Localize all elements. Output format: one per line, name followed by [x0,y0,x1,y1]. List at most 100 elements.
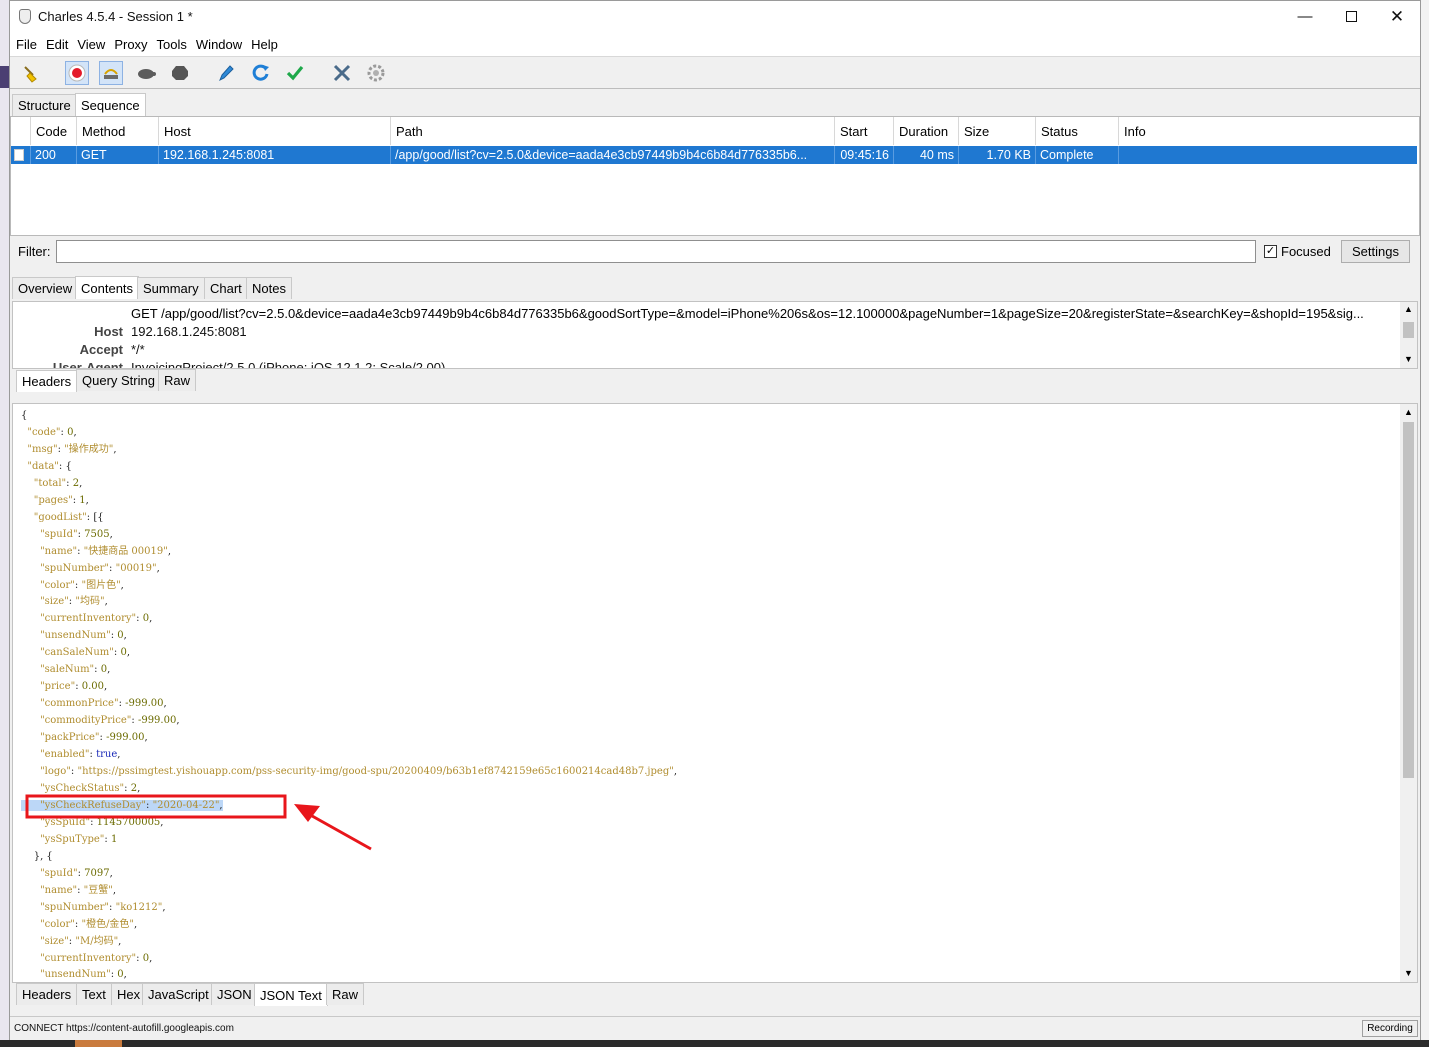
json-line: "ysCheckStatus": 2, [40,782,141,794]
settings-gear-button[interactable] [364,61,388,85]
scroll-thumb[interactable] [1403,422,1414,778]
menu-edit[interactable]: Edit [46,37,68,52]
menu-tools[interactable]: Tools [157,37,187,52]
column-path[interactable]: Path [391,117,835,145]
throttle-button[interactable] [99,61,123,85]
scroll-up-icon[interactable]: ▲ [1404,407,1413,417]
header-host: Host 192.168.1.245:8081 [13,324,1413,342]
toolbar [10,56,1420,89]
menu-proxy[interactable]: Proxy [114,37,147,52]
json-line: "logo": "https://pssimgtest.yishouapp.co… [40,766,678,778]
recording-indicator[interactable]: Recording [1362,1020,1418,1037]
tab-javascript[interactable]: JavaScript [142,983,215,1005]
header-user-agent: User-Agent InvoicingProject/2.5.0 (iPhon… [13,360,1413,368]
compose-button[interactable] [214,61,238,85]
clear-session-button[interactable] [19,61,43,85]
json-line: "unsendNum": 0, [40,969,127,981]
tab-response-headers[interactable]: Headers [16,983,78,1005]
menu-view[interactable]: View [77,37,105,52]
tab-chart[interactable]: Chart [204,277,248,299]
tools-button[interactable] [330,61,354,85]
breakpoints-button[interactable] [134,61,158,85]
record-button[interactable] [65,61,89,85]
menu-help[interactable]: Help [251,37,278,52]
json-line: "currentInventory": 0, [40,952,153,964]
minimize-button[interactable]: — [1282,1,1328,32]
tab-text[interactable]: Text [76,983,112,1005]
taskbar-edge [0,1040,1429,1047]
refresh-icon [252,64,269,81]
tab-request-headers[interactable]: Headers [16,370,78,392]
menu-bar: File Edit View Proxy Tools Window Help [10,32,1420,56]
filter-settings-button[interactable]: Settings [1341,240,1410,263]
filter-input[interactable] [56,240,1256,263]
json-line: "price": 0.00, [40,681,108,693]
json-line: "spuNumber": "00019", [40,562,160,574]
record-icon [68,64,86,82]
tab-query-string[interactable]: Query String [76,369,161,391]
column-method[interactable]: Method [77,117,159,145]
scroll-down-icon[interactable]: ▼ [1404,354,1413,364]
tab-structure[interactable]: Structure [12,94,77,116]
focused-checkbox[interactable]: ✓ [1264,245,1277,258]
column-duration[interactable]: Duration [894,117,959,145]
focused-label: Focused [1281,244,1331,259]
json-line: "enabled": true, [40,749,121,761]
json-line: "data": { [27,460,72,472]
title-bar[interactable]: Charles 4.5.4 - Session 1 * — ✕ [10,1,1420,32]
request-headers-panel: GET /app/good/list?cv=2.5.0&device=aada4… [12,301,1418,369]
tools-icon [333,64,351,82]
json-line: "saleNum": 0, [40,664,111,676]
column-status[interactable]: Status [1036,117,1119,145]
stop-icon [172,66,188,80]
tab-overview[interactable]: Overview [12,277,79,299]
tab-json[interactable]: JSON [211,983,258,1005]
maximize-button[interactable] [1328,1,1374,32]
cell-method: GET [77,146,159,164]
validate-button[interactable] [283,61,307,85]
menu-file[interactable]: File [16,37,37,52]
column-code[interactable]: Code [31,117,77,145]
filter-label: Filter: [18,244,51,259]
column-size[interactable]: Size [959,117,1036,145]
column-host[interactable]: Host [159,117,391,145]
tab-response-raw[interactable]: Raw [326,983,365,1005]
json-line: "spuId": 7505, [40,528,113,540]
desktop-band [0,66,9,88]
header-value: 192.168.1.245:8081 [131,324,247,339]
json-text[interactable]: { "code": 0, "msg": "操作成功", "data": { "t… [21,408,678,982]
throttle-icon [104,69,118,79]
menu-window[interactable]: Window [196,37,242,52]
response-scrollbar[interactable]: ▲ ▼ [1400,404,1417,982]
stop-button[interactable] [168,61,192,85]
close-button[interactable]: ✕ [1374,1,1420,32]
tab-summary[interactable]: Summary [137,277,205,299]
json-line: "ysSpuId": 1145700005, [40,816,164,828]
tab-request-raw[interactable]: Raw [158,369,197,391]
status-text: CONNECT https://content-autofill.googlea… [14,1023,234,1034]
desktop-left-edge [0,0,9,1047]
column-info[interactable]: Info [1119,117,1417,145]
json-line: "pages": 1, [33,494,89,506]
table-row[interactable]: 200 GET 192.168.1.245:8081 /app/good/lis… [11,146,1417,164]
gear-icon [367,64,385,82]
charles-app-icon [19,9,31,24]
scroll-up-icon[interactable]: ▲ [1404,304,1413,314]
tab-hex[interactable]: Hex [111,983,147,1005]
desktop-right-edge [1421,0,1429,1047]
request-scrollbar[interactable]: ▲ ▼ [1400,302,1417,368]
cell-info [1119,146,1417,164]
json-line: "msg": "操作成功", [27,443,117,455]
sequence-table: Code Method Host Path Start Duration Siz… [10,116,1420,236]
tab-contents[interactable]: Contents [75,276,140,299]
column-icon [11,117,31,145]
repeat-button[interactable] [249,61,273,85]
json-line: "commodityPrice": -999.00, [40,715,180,727]
scroll-down-icon[interactable]: ▼ [1404,968,1413,978]
tab-notes[interactable]: Notes [246,277,292,299]
header-accept: Accept */* [13,342,1413,360]
tab-sequence[interactable]: Sequence [75,93,146,116]
scroll-thumb[interactable] [1403,322,1414,338]
tab-json-text[interactable]: JSON Text [254,983,328,1006]
column-start[interactable]: Start [835,117,894,145]
